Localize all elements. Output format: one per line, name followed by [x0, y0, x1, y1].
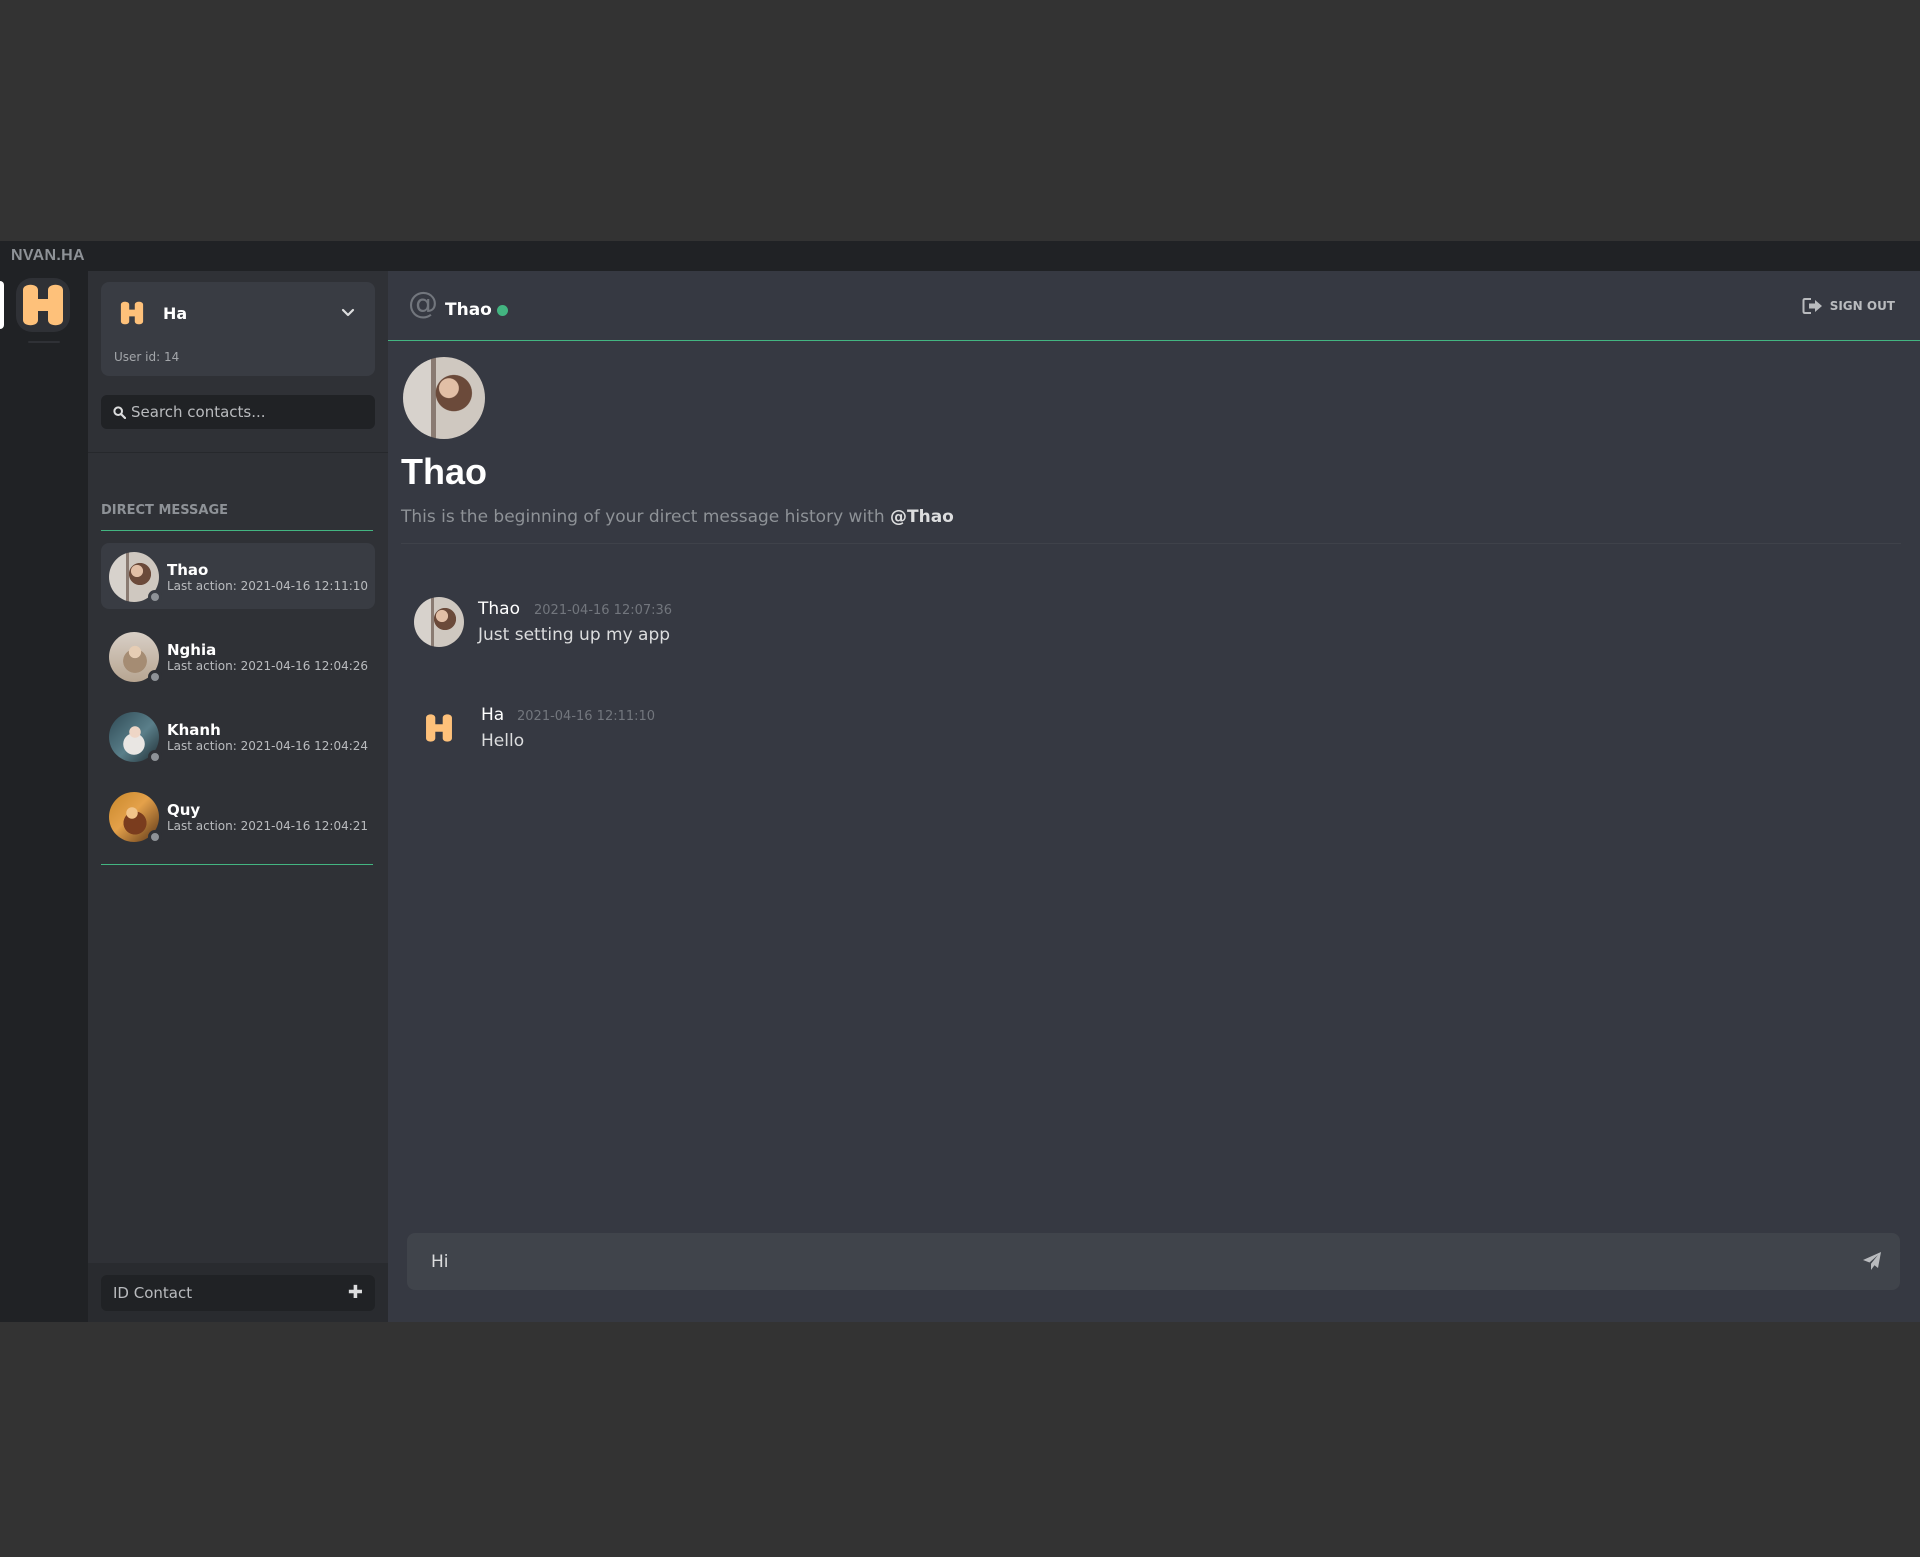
title-bar: NVAN.HA [0, 241, 1920, 271]
rail-separator [28, 341, 60, 343]
search-icon [113, 406, 126, 419]
contact-name: Nghia [167, 641, 217, 659]
h-logo-icon [426, 714, 452, 742]
app-window: NVAN.HA Ha User id: 14 Search contacts..… [0, 241, 1920, 1322]
message-timestamp: 2021-04-16 12:07:36 [534, 603, 673, 618]
contact-name: Khanh [167, 721, 221, 739]
contact-name: Thao [167, 561, 209, 579]
search-input[interactable] [131, 395, 369, 429]
user-logo-icon [120, 301, 144, 325]
brand-title: NVAN.HA [11, 247, 85, 264]
sidebar-divider [88, 452, 388, 453]
current-user-name: Ha [163, 304, 188, 323]
home-server-button[interactable] [16, 278, 70, 332]
contact-item-khanh[interactable]: Khanh Last action: 2021-04-16 12:04:24 [101, 703, 375, 769]
message-timestamp: 2021-04-16 12:11:10 [517, 709, 656, 724]
chat-panel: @ Thao SIGN OUT Thao This is the beginni… [388, 271, 1920, 1322]
message-item: Ha 2021-04-16 12:11:10 Hello [414, 703, 1314, 763]
id-contact-input[interactable] [113, 1275, 333, 1311]
direct-message-divider-bottom [101, 864, 373, 865]
contact-item-quy[interactable]: Quy Last action: 2021-04-16 12:04:21 [101, 783, 375, 849]
direct-message-divider-top [101, 530, 373, 531]
sign-out-label: SIGN OUT [1829, 299, 1895, 313]
sidebar: Ha User id: 14 DIRECT MESSAGE Thao Last … [88, 271, 388, 1322]
user-card[interactable]: Ha User id: 14 [101, 282, 375, 376]
add-contact-bar: ✚ [88, 1263, 388, 1322]
message-text: Just setting up my app [478, 625, 671, 645]
sign-out-icon [1802, 298, 1822, 314]
message-author: Ha [481, 705, 505, 725]
status-dot [148, 670, 162, 684]
contact-last-action: Last action: 2021-04-16 12:04:21 [167, 819, 369, 833]
search-box [101, 395, 375, 429]
intro-mention: @Thao [890, 507, 954, 527]
intro-avatar [403, 357, 485, 439]
message-input[interactable] [431, 1233, 1831, 1290]
chat-header: @ Thao SIGN OUT [388, 271, 1920, 341]
message-text: Hello [481, 731, 525, 751]
intro-text-prefix: This is the beginning of your direct mes… [401, 507, 891, 527]
paper-plane-icon[interactable] [1862, 1251, 1882, 1271]
server-rail [0, 271, 88, 1322]
online-status-dot [497, 305, 508, 316]
plus-icon[interactable]: ✚ [348, 1284, 363, 1302]
contact-last-action: Last action: 2021-04-16 12:04:24 [167, 739, 369, 753]
active-server-indicator [0, 281, 4, 329]
direct-message-heading: DIRECT MESSAGE [101, 503, 229, 518]
user-id-label: User id: 14 [114, 350, 180, 364]
message-author: Thao [478, 599, 520, 619]
contact-item-nghia[interactable]: Nghia Last action: 2021-04-16 12:04:26 [101, 623, 375, 689]
status-dot [148, 830, 162, 844]
status-dot [148, 590, 162, 604]
h-logo-icon [23, 284, 63, 326]
message-composer [407, 1233, 1900, 1290]
status-dot [148, 750, 162, 764]
intro-name: Thao [401, 451, 487, 492]
message-item: Thao 2021-04-16 12:07:36 Just setting up… [414, 597, 1314, 657]
at-icon: @ [408, 286, 438, 321]
contact-last-action: Last action: 2021-04-16 12:11:10 [167, 579, 369, 593]
intro-text: This is the beginning of your direct mes… [401, 507, 954, 527]
contact-name: Quy [167, 801, 201, 819]
contact-item-thao[interactable]: Thao Last action: 2021-04-16 12:11:10 [101, 543, 375, 609]
sign-out-button[interactable]: SIGN OUT [1802, 297, 1895, 315]
contact-list: Thao Last action: 2021-04-16 12:11:10 Ng… [101, 543, 375, 863]
chat-recipient-name: Thao [445, 300, 492, 320]
intro-separator [401, 543, 1901, 544]
contact-last-action: Last action: 2021-04-16 12:04:26 [167, 659, 369, 673]
chevron-down-icon[interactable] [341, 308, 355, 318]
add-contact-box: ✚ [101, 1275, 375, 1311]
message-avatar [414, 597, 464, 647]
